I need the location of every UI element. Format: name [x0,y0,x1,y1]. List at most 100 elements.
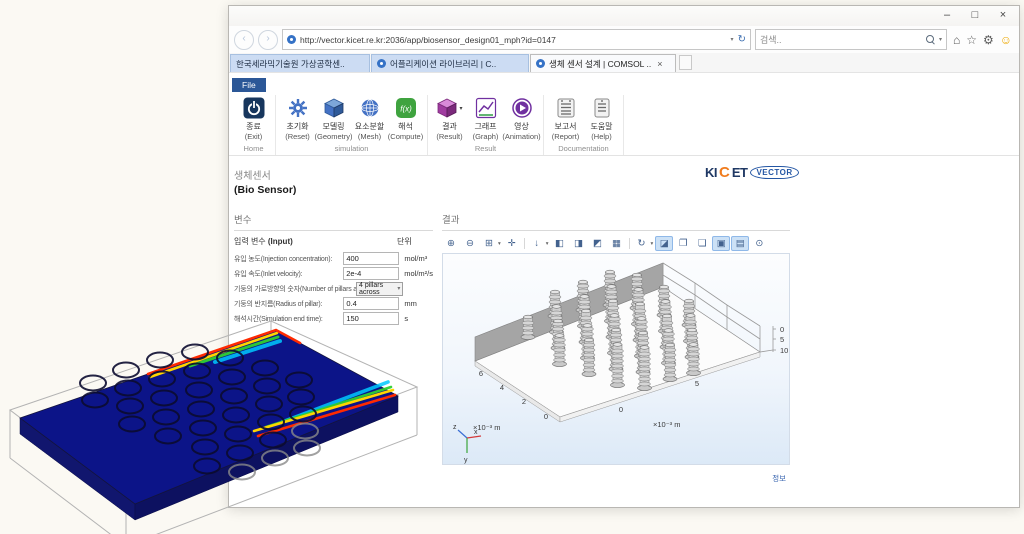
view-yz-button[interactable]: ◨ [570,236,588,251]
help-icon [591,97,613,119]
window-maximize-button[interactable]: □ [961,6,989,24]
report-icon [555,97,577,119]
back-button[interactable]: ‹ [234,30,254,50]
geometry-plot-canvas[interactable]: 6 4 2 0 0 5 0 5 10 ×10⁻³ m ×10⁻³ m [442,253,790,465]
tab-kicet-portal[interactable]: 한국세라믹기술원 가상공학센.. [230,54,370,72]
button-sublabel: (Result) [436,132,462,141]
search-dropdown-icon[interactable]: ▾ [939,36,942,43]
svg-text:x: x [474,429,478,436]
zoom-box-button[interactable]: ⊞ [480,236,498,251]
tab-close-icon[interactable]: × [657,59,662,69]
svg-text:y: y [464,457,468,464]
search-icon[interactable] [926,35,935,44]
search-box[interactable]: 검색.. ▾ [755,29,947,50]
chevron-down-icon[interactable]: ▾ [546,241,549,247]
info-link[interactable]: 정보 [442,473,790,484]
transparency-button[interactable]: ◪ [655,236,673,251]
favorites-icon[interactable]: ☆ [966,34,977,46]
divider [234,230,433,231]
ribbon-group-home: 종료 (Exit) Home [232,95,276,155]
unit-column-header: 단위 [397,236,433,247]
zoom-extents-button[interactable]: ✛ [503,236,521,251]
default-view-button[interactable]: ↓ [528,236,546,251]
mesh-sphere-icon [359,97,381,119]
reset-button[interactable]: 초기화 (Reset) [281,97,314,141]
button-sublabel: (Help) [591,132,611,141]
scene-light-button[interactable]: ▦ [608,236,626,251]
site-favicon [287,35,296,44]
svg-text:0: 0 [780,325,784,334]
refresh-icon[interactable]: ↻ [738,34,746,45]
selected-option: 4 pillars across [359,282,397,296]
svg-text:z: z [453,424,457,431]
tab-label: 한국세라믹기술원 가상공학센.. [236,58,345,70]
toolbar-separator [524,238,525,249]
graph-button[interactable]: 그래프 (Graph) [469,97,502,141]
report-button[interactable]: 보고서 (Report) [549,97,582,141]
divider [442,230,790,231]
unit-label: mol/m³ [399,254,433,263]
window-minimize-button[interactable]: – [933,6,961,24]
plot-settings-button[interactable]: ▤ [731,236,749,251]
graph-icon [475,97,497,119]
result-button[interactable]: ▾ 결과 (Result) [433,97,466,141]
pillars-across-select[interactable]: 4 pillars across ▾ [356,282,403,296]
view-xy-button[interactable]: ◧ [551,236,569,251]
zoom-out-button[interactable]: ⊖ [461,236,479,251]
chevron-down-icon: ▾ [397,285,400,292]
button-label: 요소분할 [355,121,384,132]
mesh-button[interactable]: 요소분할 (Mesh) [353,97,386,141]
form-row: 유입 농도(Injection concentration): mol/m³ [234,251,433,266]
rotate-button[interactable]: ↻ [633,236,651,251]
show-grid-button[interactable]: ▣ [712,236,730,251]
inlet-velocity-field[interactable] [343,267,399,280]
tab-bar: 한국세라믹기술원 가상공학센.. 어플리케이션 라이브러리 | C.. 생체 센… [229,53,1019,73]
ribbon-group-result: ▾ 결과 (Result) [428,95,544,155]
help-button[interactable]: 도움말 (Help) [585,97,618,141]
url-text[interactable]: http://vector.kicet.re.kr:2036/app/biose… [300,35,727,45]
svg-text:f(x): f(x) [400,105,412,114]
button-label: 초기화 [286,121,308,132]
feedback-smiley-icon[interactable]: ☺ [1000,34,1012,46]
screen: – □ × ‹ › http://vector.kicet.re.kr:2036… [0,0,1024,534]
zoom-in-button[interactable]: ⊕ [442,236,460,251]
window-close-button[interactable]: × [989,6,1017,24]
result-dropdown-icon[interactable]: ▾ [459,105,462,112]
input-panel-header: 변수 [234,212,433,226]
compute-button[interactable]: f(x) 해석 (Compute) [389,97,422,141]
new-tab-button[interactable] [679,55,692,70]
home-icon[interactable]: ⌂ [953,34,960,46]
play-icon [511,97,533,119]
copy-image-button[interactable]: ❐ [674,236,692,251]
logo-c-arc: C [719,164,730,181]
forward-button[interactable]: › [258,30,278,50]
snapshot-button[interactable]: ⊙ [750,236,768,251]
chevron-down-icon[interactable]: ▾ [498,241,501,247]
button-label: 그래프 [474,121,496,132]
address-bar[interactable]: http://vector.kicet.re.kr:2036/app/biose… [282,29,751,50]
field-label: 기둥의 반지름(Radius of pillar): [234,299,343,309]
chevron-down-icon[interactable]: ▾ [651,241,654,247]
file-menu-button[interactable]: File [232,78,266,92]
animation-button[interactable]: 영상 (Animation) [505,97,538,141]
address-dropdown-icon[interactable]: ▾ [731,36,734,43]
result-panel: 결과 ⊕ ⊖ ⊞ ▾ ✛ ↓ ▾ ◧ ◨ [442,212,790,484]
group-caption: Documentation [549,141,618,155]
geometry-button[interactable]: 모델링 (Geometry) [317,97,350,141]
title-bar: – □ × [229,6,1019,26]
pillar-radius-field[interactable] [343,297,399,310]
cube-icon [323,97,345,119]
svg-text:×10⁻³ m: ×10⁻³ m [653,420,681,429]
tab-application-library[interactable]: 어플리케이션 라이브러리 | C.. [371,54,529,72]
tab-biosensor-design[interactable]: 생체 센서 설계 | COMSOL .. × [530,54,676,72]
settings-icon[interactable]: ⚙ [983,34,994,46]
print-button[interactable]: ❏ [693,236,711,251]
group-caption: Result [433,141,538,155]
injection-concentration-field[interactable] [343,252,399,265]
view-zx-button[interactable]: ◩ [589,236,607,251]
exit-button[interactable]: 종료 (Exit) [237,97,270,141]
fx-icon: f(x) [395,97,417,119]
button-label: 종료 [246,121,261,132]
search-placeholder[interactable]: 검색.. [760,33,922,46]
toolbar-separator [629,238,630,249]
